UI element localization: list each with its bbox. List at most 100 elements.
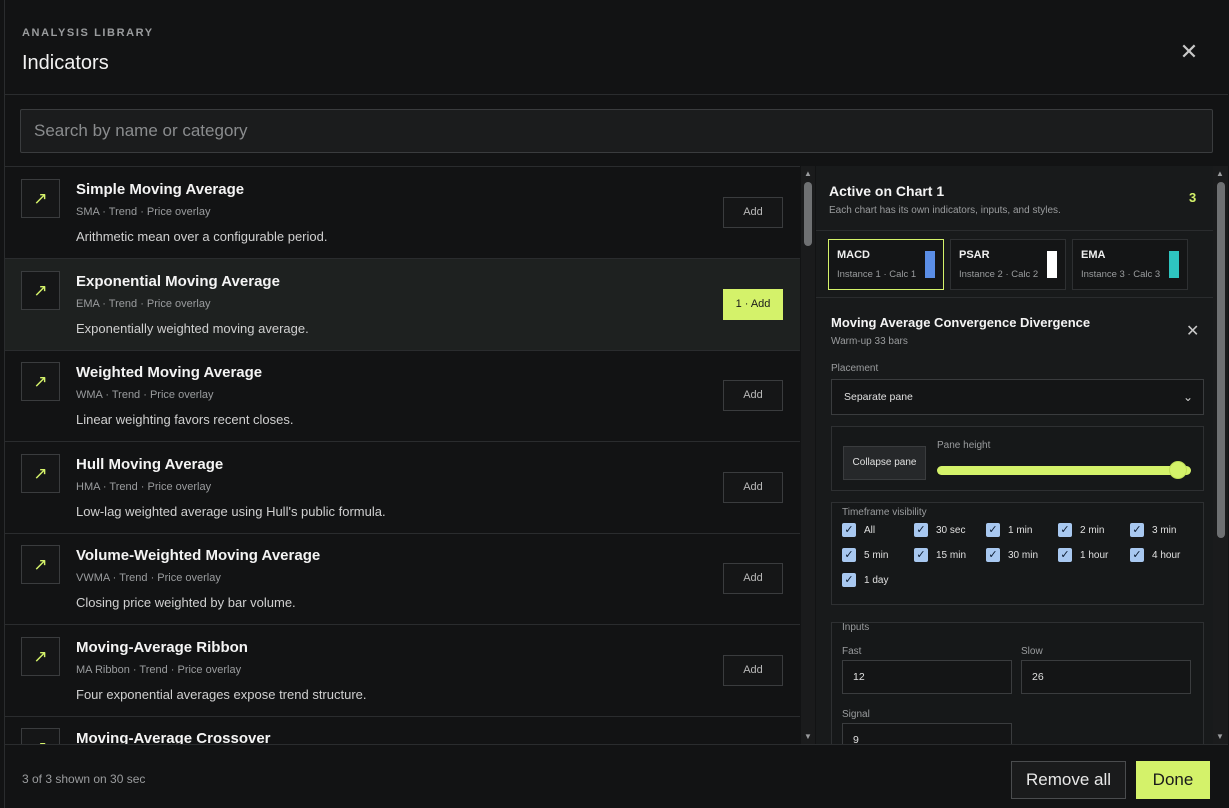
- indicator-row[interactable]: ↗ Moving-Average Crossover: [5, 716, 800, 744]
- close-icon[interactable]: ✕: [1177, 40, 1201, 64]
- input-signal-field[interactable]: 9: [842, 723, 1012, 744]
- indicator-row[interactable]: ↗ Weighted Moving Average WMA · Trend · Pr…: [5, 350, 800, 442]
- collapse-pane-button[interactable]: Collapse pane: [843, 446, 926, 480]
- add-indicator-button[interactable]: 1 · Add: [723, 288, 783, 320]
- indicator-name: Volume-Weighted Moving Average: [76, 547, 321, 564]
- add-indicator-button[interactable]: Add: [723, 563, 783, 594]
- timeframe-checkbox[interactable]: ✓ 1 hour: [1058, 548, 1108, 562]
- scroll-down-icon[interactable]: ▼: [803, 732, 813, 741]
- input-slow-field[interactable]: 26: [1021, 660, 1191, 694]
- color-swatch[interactable]: [1047, 251, 1057, 278]
- timeframe-label: 4 hour: [1152, 549, 1181, 561]
- timeframe-label: 5 min: [864, 549, 889, 561]
- list-scrollbar[interactable]: ▲ ▼: [801, 166, 815, 744]
- timeframe-label: 3 min: [1152, 524, 1177, 536]
- chip-name: MACD: [837, 249, 870, 261]
- check-icon: ✓: [914, 523, 928, 537]
- indicators-dialog: ANALYSIS LIBRARY Indicators ✕ ↗ Simple Mo…: [4, 0, 1228, 808]
- active-panel-title: Active on Chart 1: [829, 183, 945, 199]
- add-indicator-button[interactable]: Add: [723, 654, 783, 686]
- timeframe-checkbox[interactable]: ✓ 1 day: [842, 573, 888, 587]
- chip-instance: Instance 1 · Calc 1: [837, 269, 917, 280]
- scroll-down-icon[interactable]: ▼: [1215, 732, 1225, 741]
- trend-arrow-icon: ↗: [21, 453, 60, 493]
- indicator-meta: EMA · Trend · Price overlay: [76, 297, 211, 310]
- timeframe-checkbox[interactable]: ✓ 5 min: [842, 548, 888, 562]
- indicator-meta: SMA · Trend · Price overlay: [76, 206, 211, 218]
- active-count-badge: 3: [1189, 190, 1197, 205]
- active-chip-ema[interactable]: EMA Instance 3 · Calc 3: [1072, 239, 1188, 290]
- dialog-title: Indicators: [22, 52, 109, 74]
- remove-all-button[interactable]: Remove all: [1011, 761, 1126, 799]
- check-icon: ✓: [1130, 523, 1144, 537]
- timeframe-checkbox[interactable]: ✓ 15 min: [914, 548, 966, 562]
- indicator-meta: HMA · Trend · Price overlay: [76, 480, 212, 493]
- timeframe-box: Timeframe visibility ✓ All ✓ 30 sec ✓ 1 min ✓ 2…: [831, 502, 1204, 605]
- add-indicator-button[interactable]: Add: [723, 380, 783, 411]
- timeframe-checkbox[interactable]: ✓ 30 sec: [914, 523, 965, 537]
- pane-box: Collapse pane Pane height: [831, 426, 1204, 491]
- indicator-description: Closing price weighted by bar volume.: [76, 595, 296, 610]
- placement-select[interactable]: Separate pane ⌄: [831, 379, 1204, 415]
- color-swatch[interactable]: [925, 251, 935, 278]
- check-icon: ✓: [842, 523, 856, 537]
- check-icon: ✓: [1058, 548, 1072, 562]
- dialog-footer: 3 of 3 shown on 30 sec Remove all Done: [5, 744, 1228, 808]
- check-icon: ✓: [842, 548, 856, 562]
- indicator-row[interactable]: ↗ Hull Moving Average HMA · Trend · Price …: [5, 442, 800, 534]
- indicator-meta: MA Ribbon · Trend · Price overlay: [76, 663, 242, 676]
- indicator-row[interactable]: ↗ Volume-Weighted Moving Average VWMA · Tr…: [5, 533, 800, 625]
- placement-value: Separate pane: [844, 391, 913, 403]
- indicator-row[interactable]: ↗ Simple Moving Average SMA · Trend · Pric…: [5, 167, 800, 259]
- scroll-up-icon[interactable]: ▲: [803, 169, 813, 178]
- timeframe-label: 1 min: [1008, 524, 1033, 536]
- detail-title: Moving Average Convergence Divergence: [831, 315, 1091, 330]
- indicator-name: Weighted Moving Average: [76, 364, 263, 381]
- placement-label: Placement: [831, 363, 879, 374]
- timeframe-checkbox[interactable]: ✓ 30 min: [986, 548, 1038, 562]
- panel-scrollbar[interactable]: ▲ ▼: [1213, 166, 1228, 744]
- timeframe-checkbox[interactable]: ✓ 1 min: [986, 523, 1032, 537]
- indicator-description: Arithmetic mean over a configurable peri…: [76, 229, 328, 244]
- indicator-name: Moving-Average Ribbon: [76, 638, 248, 656]
- pane-height-slider-handle[interactable]: [1169, 461, 1188, 479]
- input-label: Fast: [842, 646, 862, 657]
- input-fast-field[interactable]: 12: [842, 660, 1012, 694]
- input-label: Slow: [1021, 646, 1043, 657]
- done-button[interactable]: Done: [1136, 761, 1210, 799]
- color-swatch[interactable]: [1169, 251, 1179, 278]
- scroll-up-icon[interactable]: ▲: [1215, 169, 1225, 178]
- indicator-list: ↗ Simple Moving Average SMA · Trend · Pric…: [5, 166, 800, 744]
- chip-name: EMA: [1081, 249, 1106, 261]
- active-chip-macd[interactable]: MACD Instance 1 · Calc 1: [828, 239, 944, 290]
- list-scrollbar-thumb[interactable]: [804, 182, 812, 246]
- timeframe-label: Timeframe visibility: [842, 507, 927, 518]
- timeframe-label: 15 min: [936, 549, 967, 561]
- active-chip-psar[interactable]: PSAR Instance 2 · Calc 2: [950, 239, 1066, 290]
- timeframe-checkbox[interactable]: ✓ 3 min: [1130, 523, 1176, 537]
- trend-arrow-icon: ↗: [21, 179, 60, 218]
- check-icon: ✓: [986, 548, 1000, 562]
- footer-status: 3 of 3 shown on 30 sec: [22, 772, 146, 786]
- inputs-box: Inputs Fast 12 Slow 26 Signal 9: [831, 622, 1204, 744]
- close-detail-icon[interactable]: ✕: [1186, 321, 1199, 341]
- indicator-row[interactable]: ↗ Moving-Average Ribbon MA Ribbon · Trend …: [5, 625, 800, 717]
- indicator-description: Exponentially weighted moving average.: [76, 320, 309, 336]
- trend-arrow-icon: ↗: [21, 362, 60, 401]
- search-input[interactable]: [20, 109, 1213, 153]
- pane-height-slider[interactable]: [937, 461, 1191, 479]
- timeframe-checkbox[interactable]: ✓ 4 hour: [1130, 548, 1180, 562]
- dialog-header: ANALYSIS LIBRARY Indicators ✕: [5, 0, 1228, 95]
- check-icon: ✓: [1130, 548, 1144, 562]
- panel-scrollbar-thumb[interactable]: [1217, 182, 1225, 538]
- chip-instance: Instance 3 · Calc 3: [1081, 269, 1161, 280]
- indicator-row[interactable]: ↗ Exponential Moving Average EMA · Trend ·…: [5, 258, 800, 351]
- check-icon: ✓: [914, 548, 928, 562]
- timeframe-label: 2 min: [1080, 524, 1105, 536]
- chip-name: PSAR: [959, 249, 990, 261]
- add-indicator-button[interactable]: Add: [723, 197, 783, 228]
- timeframe-checkbox[interactable]: ✓ 2 min: [1058, 523, 1104, 537]
- timeframe-checkbox[interactable]: ✓ All: [842, 523, 875, 537]
- eyebrow-label: ANALYSIS LIBRARY: [22, 27, 154, 39]
- add-indicator-button[interactable]: Add: [723, 471, 783, 503]
